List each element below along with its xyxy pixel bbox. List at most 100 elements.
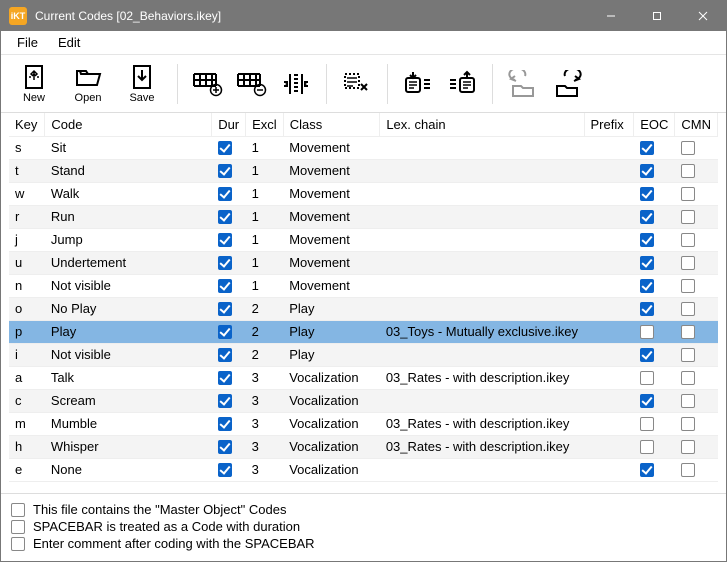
cell-eoc[interactable] — [634, 182, 675, 205]
cell-lex[interactable] — [380, 228, 584, 251]
cell-excl[interactable]: 3 — [246, 366, 284, 389]
header-prefix[interactable]: Prefix — [584, 113, 634, 136]
cell-excl[interactable]: 1 — [246, 251, 284, 274]
cell-cmn[interactable] — [675, 159, 718, 182]
cell-prefix[interactable] — [584, 274, 634, 297]
dur-checkbox[interactable] — [218, 302, 232, 316]
dur-checkbox[interactable] — [218, 210, 232, 224]
cell-class[interactable]: Vocalization — [283, 389, 380, 412]
cell-lex[interactable] — [380, 159, 584, 182]
cell-prefix[interactable] — [584, 182, 634, 205]
cell-dur[interactable] — [212, 458, 246, 481]
cell-lex[interactable]: 03_Rates - with description.ikey — [380, 435, 584, 458]
cell-prefix[interactable] — [584, 297, 634, 320]
cell-class[interactable]: Movement — [283, 136, 380, 159]
cell-excl[interactable]: 1 — [246, 274, 284, 297]
cmn-checkbox[interactable] — [681, 348, 695, 362]
cell-eoc[interactable] — [634, 458, 675, 481]
cell-lex[interactable] — [380, 251, 584, 274]
import-button[interactable] — [398, 64, 438, 104]
cmn-checkbox[interactable] — [681, 256, 695, 270]
cell-class[interactable]: Movement — [283, 159, 380, 182]
cell-lex[interactable] — [380, 343, 584, 366]
header-eoc[interactable]: EOC — [634, 113, 675, 136]
dur-checkbox[interactable] — [218, 348, 232, 362]
cell-key[interactable]: c — [9, 389, 45, 412]
new-button[interactable]: New — [9, 59, 59, 109]
dur-checkbox[interactable] — [218, 417, 232, 431]
cell-key[interactable]: t — [9, 159, 45, 182]
save-button[interactable]: Save — [117, 59, 167, 109]
open-button[interactable]: Open — [63, 59, 113, 109]
cmn-checkbox[interactable] — [681, 463, 695, 477]
table-row[interactable]: eNone3Vocalization — [9, 458, 718, 481]
cell-eoc[interactable] — [634, 320, 675, 343]
cmn-checkbox[interactable] — [681, 210, 695, 224]
cell-lex[interactable] — [380, 182, 584, 205]
cell-lex[interactable] — [380, 389, 584, 412]
eoc-checkbox[interactable] — [640, 210, 654, 224]
cell-excl[interactable]: 3 — [246, 389, 284, 412]
cell-eoc[interactable] — [634, 205, 675, 228]
cell-eoc[interactable] — [634, 251, 675, 274]
table-row[interactable]: cScream 3Vocalization — [9, 389, 718, 412]
cell-key[interactable]: s — [9, 136, 45, 159]
cell-dur[interactable] — [212, 228, 246, 251]
cell-key[interactable]: o — [9, 297, 45, 320]
eoc-checkbox[interactable] — [640, 348, 654, 362]
cell-code[interactable]: Mumble — [45, 412, 212, 435]
cell-class[interactable]: Movement — [283, 274, 380, 297]
cell-class[interactable]: Vocalization — [283, 366, 380, 389]
cmn-checkbox[interactable] — [681, 302, 695, 316]
cell-dur[interactable] — [212, 274, 246, 297]
cell-key[interactable]: m — [9, 412, 45, 435]
cell-code[interactable]: Scream — [45, 389, 212, 412]
spacebar-checkbox[interactable] — [11, 520, 25, 534]
cell-cmn[interactable] — [675, 320, 718, 343]
cell-dur[interactable] — [212, 251, 246, 274]
cell-prefix[interactable] — [584, 435, 634, 458]
cell-prefix[interactable] — [584, 458, 634, 481]
cell-code[interactable]: None — [45, 458, 212, 481]
grid-remove-button[interactable] — [232, 64, 272, 104]
cell-excl[interactable]: 1 — [246, 182, 284, 205]
cell-key[interactable]: a — [9, 366, 45, 389]
cell-code[interactable]: Run — [45, 205, 212, 228]
cell-class[interactable]: Movement — [283, 182, 380, 205]
cell-cmn[interactable] — [675, 274, 718, 297]
cell-code[interactable]: Walk — [45, 182, 212, 205]
cell-code[interactable]: Play — [45, 320, 212, 343]
cell-eoc[interactable] — [634, 389, 675, 412]
cell-code[interactable]: Talk — [45, 366, 212, 389]
cell-key[interactable]: e — [9, 458, 45, 481]
codes-table[interactable]: Key Code Dur Excl Class Lex. chain Prefi… — [9, 113, 718, 482]
dur-checkbox[interactable] — [218, 440, 232, 454]
dur-checkbox[interactable] — [218, 187, 232, 201]
cell-key[interactable]: r — [9, 205, 45, 228]
cell-excl[interactable]: 2 — [246, 297, 284, 320]
cell-class[interactable]: Vocalization — [283, 435, 380, 458]
eoc-checkbox[interactable] — [640, 164, 654, 178]
cell-key[interactable]: i — [9, 343, 45, 366]
cell-excl[interactable]: 3 — [246, 435, 284, 458]
cell-eoc[interactable] — [634, 343, 675, 366]
table-row[interactable]: aTalk3Vocalization03_Rates - with descri… — [9, 366, 718, 389]
cell-cmn[interactable] — [675, 205, 718, 228]
cell-key[interactable]: p — [9, 320, 45, 343]
cell-code[interactable]: Stand — [45, 159, 212, 182]
export-button[interactable] — [442, 64, 482, 104]
cell-dur[interactable] — [212, 182, 246, 205]
table-row[interactable]: sSit1Movement — [9, 136, 718, 159]
cell-eoc[interactable] — [634, 274, 675, 297]
cell-excl[interactable]: 3 — [246, 458, 284, 481]
table-row[interactable]: iNot visible2Play — [9, 343, 718, 366]
cell-prefix[interactable] — [584, 251, 634, 274]
cell-cmn[interactable] — [675, 182, 718, 205]
cmn-checkbox[interactable] — [681, 325, 695, 339]
cell-prefix[interactable] — [584, 412, 634, 435]
cell-eoc[interactable] — [634, 159, 675, 182]
table-row[interactable]: pPlay2Play03_Toys - Mutually exclusive.i… — [9, 320, 718, 343]
cmn-checkbox[interactable] — [681, 164, 695, 178]
table-row[interactable]: jJump1Movement — [9, 228, 718, 251]
cell-key[interactable]: h — [9, 435, 45, 458]
